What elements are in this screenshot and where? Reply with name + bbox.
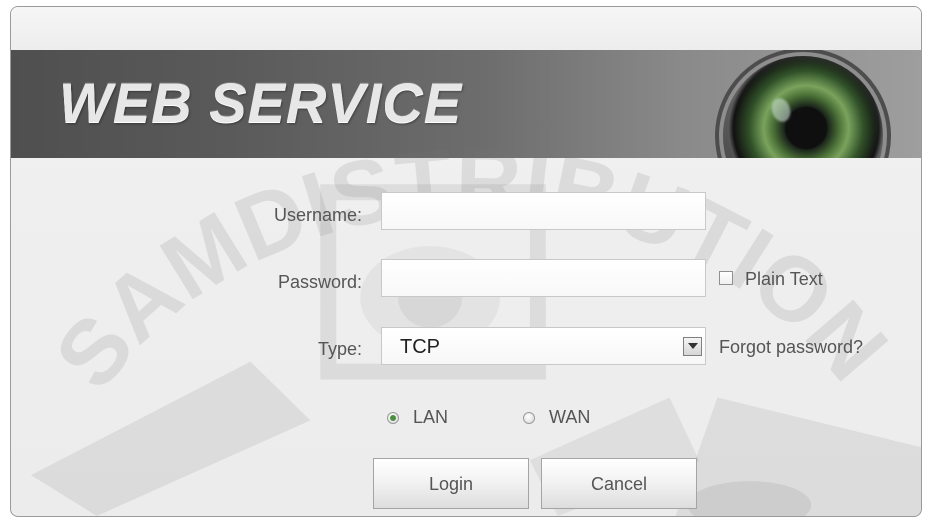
forgot-password-link[interactable]: Forgot password?	[719, 337, 863, 358]
type-select[interactable]: TCP	[381, 327, 706, 365]
type-select-value: TCP	[400, 336, 440, 358]
plain-text-label: Plain Text	[745, 269, 823, 289]
banner: WEB SERVICE	[11, 50, 921, 158]
radio-label-wan: WAN	[549, 407, 591, 427]
username-input[interactable]	[381, 192, 706, 230]
chevron-down-icon[interactable]	[683, 337, 702, 356]
radio-label-lan: LAN	[413, 407, 449, 427]
camera-lens-icon	[723, 56, 883, 158]
username-label: Username:	[273, 205, 362, 225]
login-window: WEB SERVICE SAMDISTRIBUTION, INC Usernam…	[10, 6, 922, 517]
connection-type-radio-group: LAN WAN	[387, 407, 627, 432]
login-button[interactable]: Login	[373, 458, 529, 509]
password-label: Password:	[277, 272, 362, 292]
radio-icon[interactable]	[523, 412, 535, 424]
plain-text-checkbox[interactable]	[719, 271, 733, 285]
password-input[interactable]	[381, 259, 706, 297]
banner-title: WEB SERVICE	[59, 71, 463, 134]
cancel-button[interactable]: Cancel	[541, 458, 697, 509]
type-label: Type:	[317, 339, 362, 359]
radio-icon[interactable]	[387, 412, 399, 424]
top-strip	[11, 7, 921, 50]
